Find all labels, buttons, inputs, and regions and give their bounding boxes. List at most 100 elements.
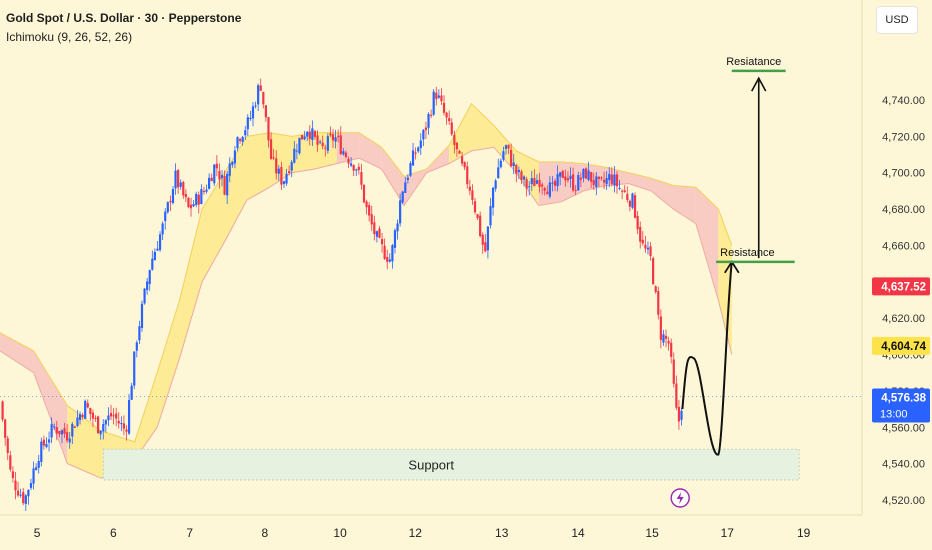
candle-body [510,149,513,167]
currency-button[interactable]: USD [876,6,918,34]
candle-body [595,176,598,188]
candle-body [321,142,324,147]
candle-body [210,177,213,182]
candle-body [133,351,136,386]
candle-body [541,184,544,187]
candle-body [246,117,249,130]
candle-body [50,424,53,438]
candle-body [613,174,616,186]
candle-body [244,130,247,136]
price-axis-label-text: 4,604.74 [881,341,926,353]
candle-body [197,194,200,205]
candle-body [468,186,471,191]
candle [298,137,301,155]
candle-body [130,385,133,400]
candle-body [264,105,267,118]
indicator-label[interactable]: Ichimoku (9, 26, 52, 26) [6,30,132,44]
candle-body [259,85,262,91]
candle-body [241,136,244,142]
x-tick-label: 5 [34,526,41,540]
candle-body [249,117,252,119]
candle-body [308,131,311,139]
candle [633,192,637,219]
candle-body [174,170,177,189]
candle-body [641,239,644,244]
candle-body [35,467,38,470]
candle-body [112,415,115,417]
candle-body [200,189,203,204]
candle-body [600,177,603,179]
price-chart[interactable]: Support Resistance Resiatance 4,740.00 4,720… [0,0,932,550]
candle-body [479,215,482,237]
candle [133,351,136,390]
candle-body [334,137,337,142]
candle-body [618,187,621,189]
candle-body [417,147,420,152]
candle-body [202,191,206,193]
candle-body [362,184,366,203]
candle-body [107,415,110,421]
candle-body [19,494,22,496]
candle-body [370,214,373,225]
candle-body [233,150,237,164]
x-tick-label: 13 [495,526,509,540]
candle-body [153,251,156,261]
candle-body [453,134,456,145]
resistance-label: Resiatance [726,56,781,68]
candle-body [365,201,368,208]
candle-body [60,430,64,435]
candle-body [386,257,389,262]
price-axis-label: 4,637.52 [872,277,930,296]
candle-body [195,193,198,205]
candle-body [189,204,193,209]
candle-body [411,150,415,166]
candle-body [218,170,221,180]
price-axis-label-time: 13:00 [880,408,908,420]
candle-body [342,151,345,155]
x-tick-label: 7 [186,526,193,540]
x-tick-label: 10 [333,526,347,540]
candle-body [566,178,570,181]
candle [84,399,87,419]
candle-body [300,135,304,140]
candle-body [298,137,301,154]
candle-body [460,156,464,164]
candle-body [164,211,167,222]
candle-body [636,215,639,230]
candle [561,169,564,179]
candle-body [574,189,577,191]
candle-body [664,335,668,339]
candle-body [14,480,17,491]
candle-body [269,139,273,159]
candle-body [399,200,402,224]
candle-body [171,189,175,204]
candle-body [427,113,430,128]
candle-body [215,163,218,169]
candle-body [455,142,459,150]
y-tick-label: 4,520.00 [882,495,925,507]
candle-body [192,204,195,207]
candle-body [76,417,79,426]
y-tick-label: 4,700.00 [882,168,925,180]
candle-body [491,187,495,208]
price-axis-label: 4,576.38 13:00 [872,388,930,423]
candle-body [272,157,275,159]
candle-body [360,171,363,185]
candle [213,163,216,187]
candle-body [347,158,350,164]
candle-body [499,160,502,168]
candle-body [9,455,12,470]
candle-body [548,182,551,197]
candle-body [623,190,626,193]
candle-body [564,176,567,181]
candle-body [303,136,306,140]
candle-body [584,168,588,179]
candle-body [71,423,74,437]
candle-body [375,231,379,237]
candle-body [58,431,61,435]
candle-body [138,326,141,341]
candle-body [445,112,448,118]
candle-body [288,171,291,173]
lightning-icon[interactable] [670,488,690,508]
candle-body [504,145,508,149]
